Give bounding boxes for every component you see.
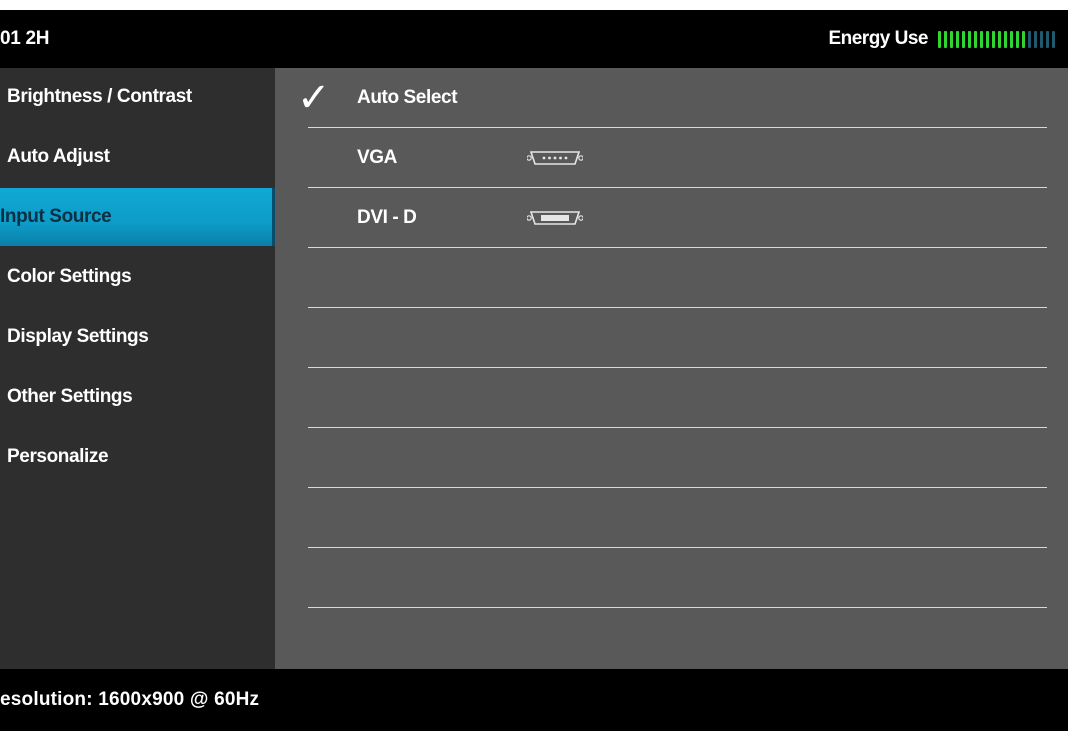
menu-item-label: Personalize: [7, 446, 109, 467]
model-name: 01 2H: [0, 28, 50, 49]
energy-segment: [1010, 30, 1013, 48]
energy-segment: [1004, 30, 1007, 48]
energy-segment: [956, 30, 959, 48]
main-menu: Brightness / Contrast Auto Adjust Input So…: [0, 68, 275, 669]
input-option-vga[interactable]: VGA: [275, 128, 1068, 188]
empty-option-row: [275, 368, 1068, 428]
energy-segment: [938, 30, 941, 48]
energy-segment: [974, 30, 977, 48]
energy-use-label: Energy Use: [828, 28, 928, 49]
energy-segment: [944, 30, 947, 48]
monitor-osd: 01 2H Energy Use Brightness / Contrast Au…: [0, 0, 1068, 731]
empty-option-row: [275, 548, 1068, 608]
menu-item-other-settings[interactable]: Other Settings: [0, 368, 275, 426]
empty-option-row: [275, 608, 1068, 668]
energy-segment: [998, 30, 1001, 48]
energy-segment: [1040, 30, 1043, 48]
input-option-label: DVI - D: [357, 207, 417, 228]
menu-item-personalize[interactable]: Personalize: [0, 428, 275, 486]
checkmark-icon: ✓: [297, 76, 331, 120]
resolution-readout: esolution: 1600x900 @ 60Hz: [0, 689, 260, 710]
vga-connector-icon: [526, 149, 584, 172]
menu-item-label: Display Settings: [7, 326, 149, 347]
menu-item-input-source[interactable]: Input Source: [0, 188, 275, 246]
dvi-connector-icon: [526, 209, 584, 232]
empty-option-row: [275, 248, 1068, 308]
empty-option-row: [275, 308, 1068, 368]
energy-segment: [980, 30, 983, 48]
menu-item-label: Other Settings: [7, 386, 133, 407]
input-source-panel: ✓ Auto Select VGA DVI - D: [275, 68, 1068, 669]
header-bar: 01 2H Energy Use: [0, 10, 1068, 68]
menu-item-auto-adjust[interactable]: Auto Adjust: [0, 128, 275, 186]
empty-option-row: [275, 428, 1068, 488]
menu-item-label: Color Settings: [7, 266, 132, 287]
menu-item-label: Input Source: [0, 206, 112, 227]
energy-segment: [1052, 30, 1055, 48]
energy-segment: [986, 30, 989, 48]
energy-segment: [1046, 30, 1049, 48]
energy-segment: [1028, 30, 1031, 48]
energy-use: Energy Use: [828, 10, 1058, 68]
energy-segment: [1016, 30, 1019, 48]
energy-segment: [968, 30, 971, 48]
energy-segment: [992, 30, 995, 48]
menu-item-display-settings[interactable]: Display Settings: [0, 308, 275, 366]
energy-segment: [950, 30, 953, 48]
energy-segment: [1022, 30, 1025, 48]
menu-item-label: Auto Adjust: [7, 146, 110, 167]
menu-item-brightness-contrast[interactable]: Brightness / Contrast: [0, 68, 275, 126]
energy-segment: [1034, 30, 1037, 48]
energy-meter: [938, 29, 1058, 49]
menu-item-color-settings[interactable]: Color Settings: [0, 248, 275, 306]
empty-option-row: [275, 488, 1068, 548]
input-option-auto-select[interactable]: ✓ Auto Select: [275, 68, 1068, 128]
energy-segment: [962, 30, 965, 48]
menu-item-label: Brightness / Contrast: [7, 86, 192, 107]
input-option-dvi-d[interactable]: DVI - D: [275, 188, 1068, 248]
footer-bar: esolution: 1600x900 @ 60Hz: [0, 669, 1068, 731]
input-option-label: Auto Select: [357, 87, 458, 108]
input-option-label: VGA: [357, 147, 397, 168]
